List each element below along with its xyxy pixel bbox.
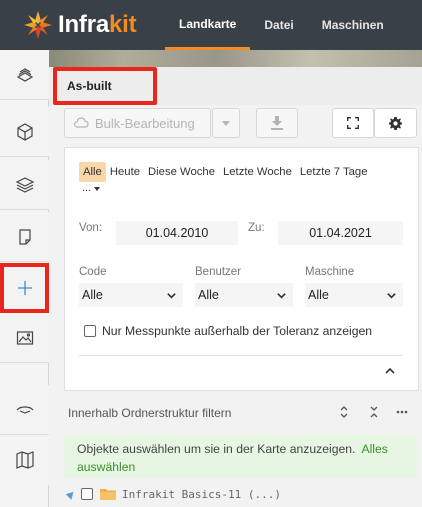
more-label: ... — [82, 182, 92, 194]
caret-down-icon — [94, 187, 101, 191]
collapse-all-icon[interactable] — [366, 404, 382, 420]
tab-maschinen[interactable]: Maschinen — [308, 0, 398, 50]
machine-select[interactable]: Alle — [305, 283, 403, 307]
brand-name: Infrakit — [58, 11, 137, 38]
panel-title: As-built — [53, 67, 157, 105]
as-built-panel: As-built Bulk-Bearbeitung Alle Heute Diese… — [49, 67, 422, 507]
tree-item-checkbox[interactable] — [81, 488, 93, 500]
machine-label: Maschine — [305, 266, 355, 278]
user-label: Benutzer — [195, 266, 242, 278]
chevron-down-icon — [387, 292, 396, 299]
bulk-edit-dropdown[interactable] — [212, 108, 240, 138]
to-label: Zu: — [248, 222, 265, 234]
from-label: Von: — [79, 222, 103, 234]
tolerance-label: Nur Messpunkte außerhalb der Toleranz an… — [102, 324, 373, 338]
user-select[interactable]: Alle — [195, 283, 293, 307]
rail-as-built-button[interactable] — [0, 263, 49, 313]
download-button[interactable] — [256, 108, 298, 138]
main-tabs: Landkarte Datei Maschinen — [165, 0, 398, 50]
chip-diese-woche[interactable]: Diese Woche — [144, 162, 219, 182]
more-options-icon[interactable] — [394, 404, 410, 420]
map-icon — [15, 451, 34, 469]
panel-header: As-built — [49, 67, 422, 105]
chip-letzte-7-tage[interactable]: Letzte 7 Tage — [296, 162, 372, 182]
folder-filter-label: Innerhalb Ordnerstruktur filtern — [68, 406, 232, 420]
rail-layers-stack-button[interactable] — [0, 50, 49, 100]
layers-stack-icon — [16, 67, 33, 82]
sort-icon[interactable] — [336, 404, 352, 420]
filter-card: Alle Heute Diese Woche Letzte Woche Letzte 7… — [64, 147, 419, 391]
chevron-down-icon — [167, 292, 176, 299]
rail-layers-button[interactable] — [0, 160, 49, 210]
tab-landkarte[interactable]: Landkarte — [165, 0, 251, 50]
chevron-down-icon — [277, 292, 286, 299]
selection-hint: Objekte auswählen um sie in der Karte an… — [64, 435, 417, 478]
divider — [79, 355, 403, 356]
date-range-chips: Alle Heute Diese Woche Letzte Woche Letzte 7… — [79, 162, 409, 194]
expand-triangle-icon[interactable] — [65, 488, 77, 500]
code-label: Code — [79, 266, 107, 278]
crosshair-icon — [17, 280, 32, 295]
logo-star-icon — [24, 11, 52, 39]
rail-3d-model-button[interactable] — [0, 107, 49, 157]
selection-hint-text: Objekte auswählen um sie in der Karte an… — [77, 442, 356, 456]
bulk-edit-label: Bulk-Bearbeitung — [95, 115, 195, 131]
image-icon — [16, 330, 33, 345]
gear-icon — [389, 116, 402, 130]
route-icon — [16, 405, 33, 414]
rail-map-button[interactable] — [0, 435, 49, 485]
cube-icon — [16, 122, 33, 141]
from-date-input[interactable]: 01.04.2010 — [116, 221, 238, 245]
chip-alle[interactable]: Alle — [79, 162, 106, 182]
layers-icon — [15, 176, 34, 193]
expand-icon — [347, 117, 359, 129]
chip-letzte-woche[interactable]: Letzte Woche — [219, 162, 296, 182]
caret-down-icon — [222, 120, 230, 126]
bulk-edit-button[interactable]: Bulk-Bearbeitung — [64, 108, 211, 138]
folder-filter-row: Innerhalb Ordnerstruktur filtern — [64, 403, 419, 423]
map-background[interactable] — [49, 50, 422, 67]
top-navigation-bar: Infrakit Landkarte Datei Maschinen — [0, 0, 422, 50]
tolerance-checkbox[interactable] — [84, 325, 96, 337]
rail-images-button[interactable] — [0, 313, 49, 363]
chip-heute[interactable]: Heute — [106, 162, 144, 182]
code-select[interactable]: Alle — [79, 283, 183, 307]
folder-icon — [100, 489, 116, 500]
expand-button[interactable] — [332, 108, 374, 138]
tree-item-label: Infrakit Basics-11 (...) — [122, 487, 281, 501]
infrakit-logo[interactable]: Infrakit — [0, 0, 165, 50]
machine-value: Alle — [308, 288, 329, 302]
tool-rail — [0, 50, 49, 507]
chevron-up-icon[interactable] — [383, 364, 397, 378]
rail-notes-button[interactable] — [0, 212, 49, 262]
tree-item[interactable]: Infrakit Basics-11 (...) — [64, 484, 419, 504]
settings-button[interactable] — [374, 108, 417, 138]
to-date-input[interactable]: 01.04.2021 — [278, 221, 403, 245]
more-chips-dropdown[interactable]: ... — [82, 182, 409, 194]
note-icon — [18, 228, 31, 245]
rail-alignment-button[interactable] — [0, 385, 49, 435]
panel-toolbar: Bulk-Bearbeitung — [64, 108, 422, 140]
download-icon — [271, 116, 283, 130]
user-value: Alle — [198, 288, 219, 302]
code-value: Alle — [82, 288, 103, 302]
cloud-icon — [73, 117, 89, 128]
tab-datei[interactable]: Datei — [250, 0, 307, 50]
tolerance-filter[interactable]: Nur Messpunkte außerhalb der Toleranz an… — [84, 324, 372, 338]
